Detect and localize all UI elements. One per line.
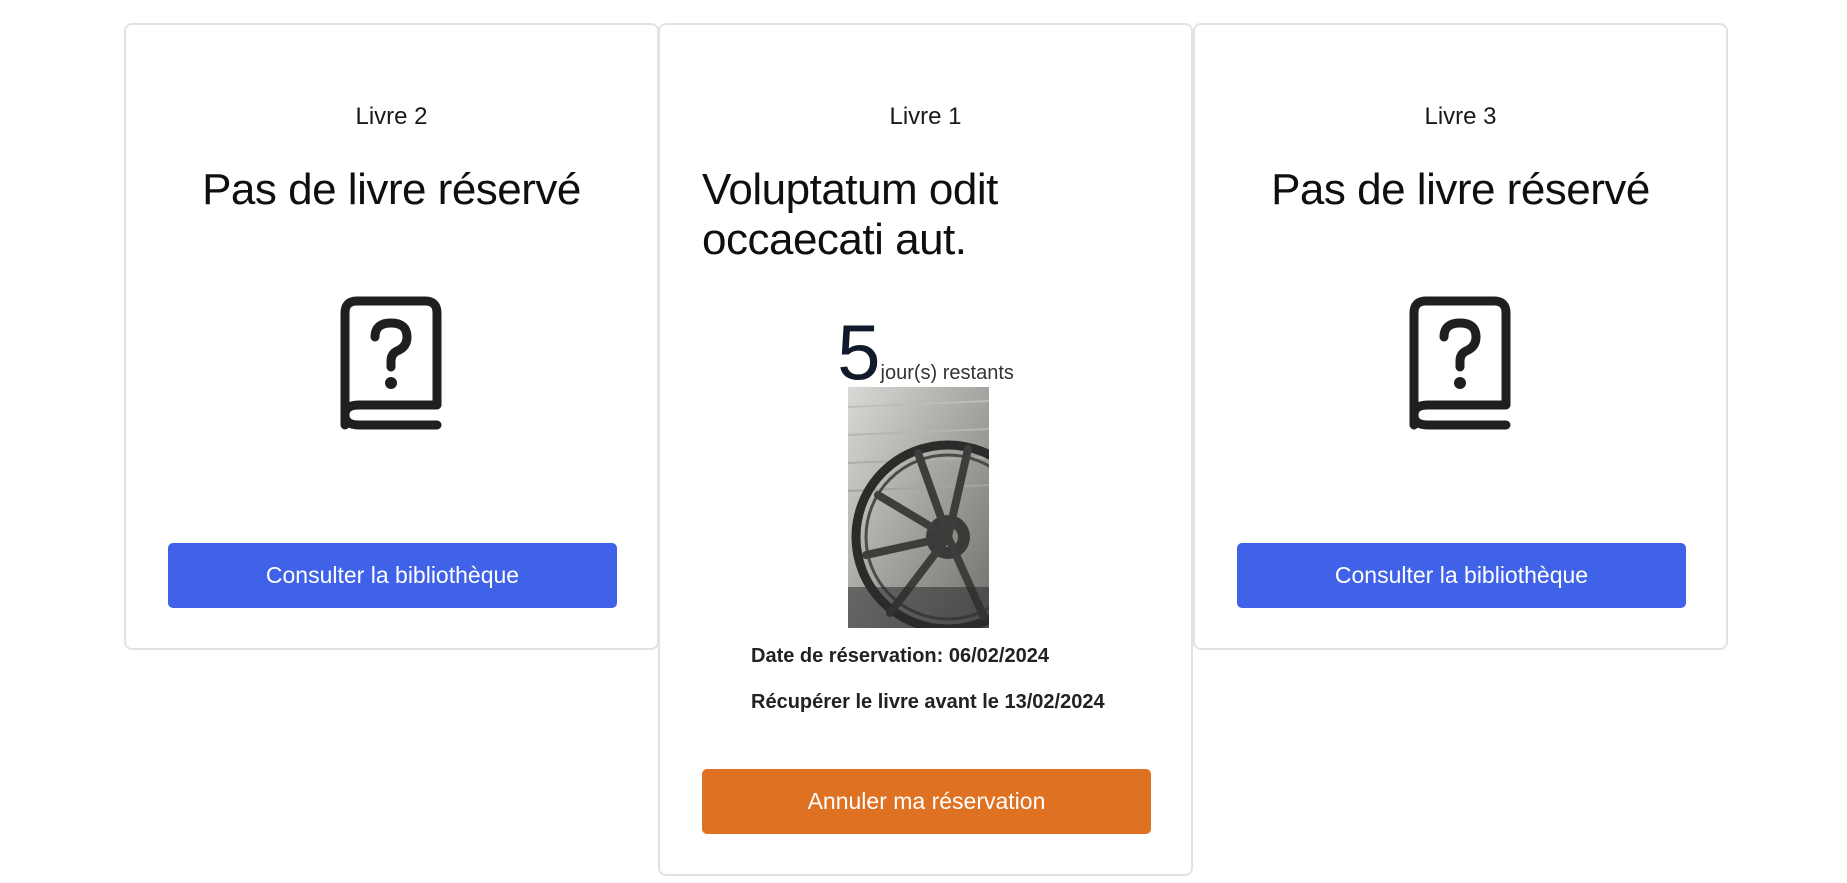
- days-remaining-label: jour(s) restants: [880, 362, 1014, 384]
- book-card-3: Livre 3 Pas de livre réservé Consulter l…: [1193, 23, 1728, 650]
- card-title: Pas de livre réservé: [202, 165, 581, 214]
- card-subtitle: Livre 3: [1424, 103, 1497, 130]
- book-title: Voluptatum odit occaecati aut.: [702, 165, 998, 264]
- browse-library-button[interactable]: Consulter la bibliothèque: [1237, 543, 1686, 608]
- pickup-deadline: Récupérer le livre avant le 13/02/2024: [751, 691, 1105, 713]
- days-remaining-count: 5: [837, 308, 881, 396]
- card-subtitle: Livre 1: [889, 103, 962, 130]
- cancel-reservation-button[interactable]: Annuler ma réservation: [702, 769, 1151, 834]
- book-card-2: Livre 2 Pas de livre réservé Consulter l…: [124, 23, 659, 650]
- book-card-1: Livre 1 Voluptatum odit occaecati aut. 5…: [658, 23, 1193, 876]
- card-title: Pas de livre réservé: [1271, 165, 1650, 214]
- browse-library-button[interactable]: Consulter la bibliothèque: [168, 543, 617, 608]
- reservation-cards: Livre 2 Pas de livre réservé Consulter l…: [0, 0, 1847, 883]
- book-cover-image: [848, 387, 989, 628]
- days-remaining: 5jour(s) restants: [660, 313, 1191, 391]
- book-question-icon: [340, 296, 441, 430]
- reservation-date: Date de réservation: 06/02/2024: [751, 645, 1049, 667]
- card-subtitle: Livre 2: [355, 103, 428, 130]
- book-question-icon: [1409, 296, 1510, 430]
